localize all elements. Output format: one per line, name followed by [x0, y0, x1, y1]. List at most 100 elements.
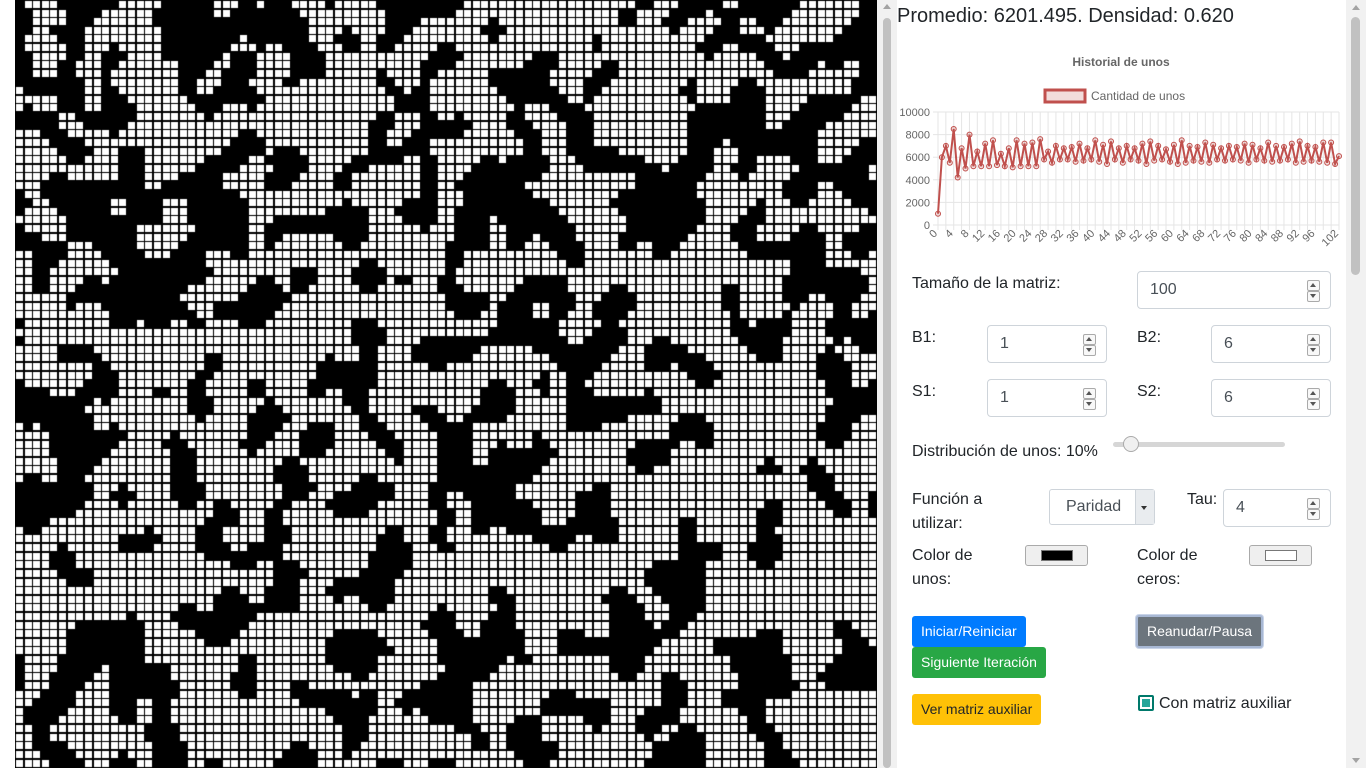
data-point — [954, 174, 961, 181]
data-point — [1005, 145, 1012, 152]
data-point — [1049, 159, 1055, 166]
b2-spinner[interactable] — [1307, 334, 1320, 356]
decrement-icon[interactable] — [1307, 509, 1320, 520]
function-label-line2: utilizar: — [912, 515, 963, 532]
data-point — [1052, 142, 1059, 149]
data-point — [938, 154, 945, 161]
s2-input[interactable]: 6 — [1211, 379, 1331, 417]
data-point — [1084, 145, 1091, 152]
data-point — [1037, 136, 1044, 143]
view-aux-matrix-button[interactable]: Ver matriz auxiliar — [912, 694, 1042, 725]
grid-scrollbar-thumb[interactable] — [883, 18, 891, 768]
data-point — [1277, 157, 1283, 164]
grid-scrollbar[interactable] — [877, 0, 897, 768]
data-point — [1229, 156, 1236, 163]
data-point — [1155, 142, 1162, 149]
data-point — [1261, 157, 1268, 164]
scroll-up-arrow-icon[interactable] — [883, 4, 891, 9]
data-point — [1119, 159, 1126, 166]
data-point — [1336, 153, 1342, 160]
scroll-down-arrow-icon[interactable] — [1352, 758, 1360, 763]
decrement-icon[interactable] — [1307, 345, 1320, 356]
data-point — [950, 126, 957, 132]
matrix-size-label: Tamaño de la matriz: — [912, 275, 1061, 292]
decrement-icon[interactable] — [1083, 399, 1096, 410]
b1-label: B1: — [912, 329, 937, 346]
b2-label: B2: — [1137, 329, 1162, 346]
next-iteration-button[interactable]: Siguiente Iteración — [912, 647, 1046, 678]
dropdown-toggle[interactable] — [1135, 490, 1154, 524]
increment-icon[interactable] — [1083, 388, 1096, 399]
b2-value: 6 — [1224, 335, 1233, 352]
tau-spinner[interactable] — [1307, 498, 1320, 520]
legend-label: Cantidad de unos — [1091, 89, 1185, 103]
page-scrollbar-thumb[interactable] — [1351, 17, 1360, 275]
data-point — [1233, 144, 1240, 150]
decrement-icon[interactable] — [1307, 399, 1320, 410]
data-point — [1222, 157, 1228, 164]
increment-icon[interactable] — [1307, 498, 1320, 509]
function-select[interactable]: Paridad — [1049, 489, 1155, 525]
x-tick-label: 102 — [1320, 228, 1341, 249]
resume-pause-button[interactable]: Reanudar/Pausa — [1136, 615, 1264, 648]
increment-icon[interactable] — [1307, 388, 1320, 399]
data-point — [1056, 156, 1063, 163]
y-tick-label: 6000 — [906, 152, 930, 164]
data-point — [1308, 157, 1315, 164]
caret-down-icon — [1141, 506, 1147, 510]
increment-icon[interactable] — [1307, 280, 1320, 291]
start-restart-button[interactable]: Iniciar/Reiniciar — [912, 616, 1026, 647]
data-point — [1249, 141, 1256, 148]
b2-input[interactable]: 6 — [1211, 325, 1331, 363]
aux-matrix-checkbox-label: Con matriz auxiliar — [1159, 695, 1292, 712]
data-point — [978, 163, 985, 170]
zeros-color-label-line2: ceros: — [1137, 571, 1181, 588]
legend-swatch — [1043, 88, 1087, 104]
s2-spinner[interactable] — [1307, 388, 1320, 410]
y-tick-label: 4000 — [906, 175, 930, 187]
y-tick-label: 2000 — [906, 197, 930, 209]
increment-icon[interactable] — [1307, 334, 1320, 345]
ones-color-picker[interactable] — [1025, 545, 1088, 566]
automaton-grid[interactable] — [15, 0, 877, 768]
b1-spinner[interactable] — [1083, 334, 1096, 356]
data-point — [935, 210, 941, 217]
data-point — [1041, 156, 1048, 163]
b1-input[interactable]: 1 — [987, 325, 1107, 363]
function-select-value: Paridad — [1066, 498, 1122, 515]
s1-spinner[interactable] — [1083, 388, 1096, 410]
automaton-grid-canvas[interactable] — [15, 0, 877, 768]
data-point — [946, 159, 953, 166]
data-point — [982, 140, 989, 147]
data-point — [1092, 137, 1099, 144]
data-point — [1253, 156, 1260, 163]
data-point — [1045, 148, 1052, 155]
decrement-icon[interactable] — [1083, 345, 1096, 356]
zeros-color-picker[interactable] — [1249, 545, 1312, 566]
data-point — [1178, 137, 1185, 144]
data-point — [1001, 163, 1008, 170]
s1-input[interactable]: 1 — [987, 379, 1107, 417]
data-point — [1182, 159, 1189, 166]
data-point — [970, 163, 977, 170]
data-point — [1190, 157, 1197, 164]
data-point — [1324, 159, 1331, 166]
page-scrollbar[interactable] — [1346, 0, 1366, 768]
matrix-size-input[interactable]: 100 — [1137, 271, 1331, 309]
increment-icon[interactable] — [1083, 334, 1096, 345]
s1-value: 1 — [1000, 389, 1009, 406]
s2-value: 6 — [1224, 389, 1233, 406]
decrement-icon[interactable] — [1307, 291, 1320, 302]
data-point — [1104, 161, 1110, 167]
matrix-size-spinner[interactable] — [1307, 280, 1320, 302]
data-point — [994, 162, 1000, 169]
s1-label: S1: — [912, 383, 937, 400]
data-point — [1127, 156, 1134, 163]
aux-matrix-checkbox[interactable] — [1138, 695, 1154, 711]
distribution-slider-thumb[interactable] — [1123, 436, 1139, 452]
data-point — [1068, 144, 1075, 150]
data-point — [1316, 158, 1323, 165]
scroll-up-arrow-icon[interactable] — [1352, 5, 1360, 10]
data-point — [1033, 163, 1040, 170]
tau-input[interactable]: 4 — [1223, 489, 1331, 527]
